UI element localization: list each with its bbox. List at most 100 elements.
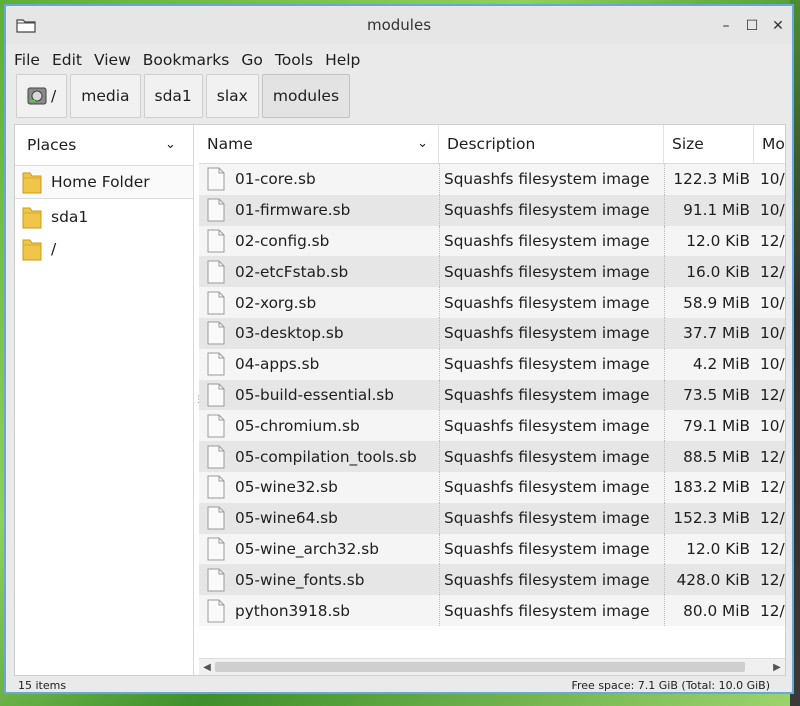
file-row[interactable]: 05-wine64.sb Squashfs filesystem image 152… [199,502,785,534]
window-title: modules [366,16,432,34]
column-header-label: Name [207,135,253,153]
file-size: 12.0 KiB [664,533,754,565]
file-size: 183.2 MiB [664,471,754,503]
path-button-modules[interactable]: modules [261,74,351,118]
path-bar: / media sda1 slax modules [16,74,351,120]
column-header-label: Mod [762,135,785,153]
file-description: Squashfs filesystem image [439,564,664,596]
places-sidebar: Places ⌄ Home Folder sda1 / [15,125,194,675]
column-header-name[interactable]: Name ⌄ [199,125,439,163]
path-button-slax[interactable]: slax [205,74,259,118]
chevron-down-icon[interactable]: ⌄ [165,137,176,152]
menu-view[interactable]: View [88,48,137,72]
path-button-sda1[interactable]: sda1 [143,74,203,118]
places-label: Places [27,136,77,154]
place-root[interactable]: / [15,233,193,265]
file-size: 88.5 MiB [664,441,754,472]
file-row[interactable]: 04-apps.sb Squashfs filesystem image 4.2 M… [199,348,785,380]
file-size: 428.0 KiB [664,564,754,596]
file-name: 05-wine_fonts.sb [235,570,365,589]
column-header-size[interactable]: Size [664,125,754,163]
file-row[interactable]: 05-build-essential.sb Squashfs filesystem… [199,379,785,411]
file-modified: 12/1 [760,601,785,620]
chevron-down-icon: ⌄ [417,136,428,151]
file-row[interactable]: 05-wine_arch32.sb Squashfs filesystem ima… [199,533,785,565]
column-header-description[interactable]: Description [439,125,664,163]
menu-bookmarks[interactable]: Bookmarks [137,48,236,72]
file-modified: 12/1 [760,447,785,466]
file-name: 05-wine_arch32.sb [235,539,379,558]
menu-tools[interactable]: Tools [269,48,319,72]
pane-resize-handle[interactable]: ⋮ [194,395,203,405]
path-label: sda1 [154,87,192,105]
scroll-right-icon[interactable]: ▶ [769,659,785,675]
place-label: sda1 [51,208,89,226]
file-name: 02-xorg.sb [235,293,317,312]
path-button-media[interactable]: media [70,74,141,118]
file-modified: 12/1 [760,262,785,281]
file-description: Squashfs filesystem image [439,471,664,503]
main-content: Places ⌄ Home Folder sda1 / ⋮ Name ⌄ Descr… [14,124,786,676]
maximize-button[interactable]: ☐ [744,18,760,34]
file-description: Squashfs filesystem image [439,164,664,195]
menu-help[interactable]: Help [319,48,366,72]
file-modified: 12/1 [760,539,785,558]
file-name-cell: 05-build-essential.sb [199,380,439,411]
file-list: Name ⌄ Description Size Mod 01-core.sb Squash… [199,125,785,675]
file-description: Squashfs filesystem image [439,379,664,411]
file-icon [207,568,225,592]
file-description: Squashfs filesystem image [439,194,664,226]
file-name-cell: python3918.sb [199,595,439,626]
file-icon [207,414,225,438]
file-name: python3918.sb [235,601,350,620]
file-row[interactable]: 02-xorg.sb Squashfs filesystem image 58.9 … [199,287,785,318]
scroll-left-icon[interactable]: ◀ [199,659,215,675]
path-button-root[interactable]: / [16,74,68,118]
file-row[interactable]: 05-chromium.sb Squashfs filesystem image 7… [199,410,785,442]
folder-icon [22,239,42,261]
file-description: Squashfs filesystem image [439,317,664,349]
file-modified: 10/0 [760,201,785,220]
folder-app-icon [16,19,36,33]
file-name-cell: 05-wine_arch32.sb [199,534,439,565]
menu-edit[interactable]: Edit [46,48,88,72]
file-name: 04-apps.sb [235,355,320,374]
menu-file[interactable]: File [6,48,46,72]
file-modified: 12/1 [760,478,785,497]
minimize-button[interactable]: – [718,18,734,34]
file-modified: 10/0 [760,416,785,435]
place-sda1[interactable]: sda1 [15,201,193,233]
file-description: Squashfs filesystem image [439,595,664,626]
file-description: Squashfs filesystem image [439,256,664,288]
file-name: 02-etcFstab.sb [235,262,349,281]
close-button[interactable]: ✕ [770,18,786,34]
file-row[interactable]: 05-compilation_tools.sb Squashfs filesyst… [199,441,785,472]
file-row[interactable]: python3918.sb Squashfs filesystem image 80… [199,595,785,626]
file-name-cell: 03-desktop.sb [199,318,439,349]
file-icon [207,599,225,623]
menu-go[interactable]: Go [235,48,269,72]
titlebar[interactable]: modules – ☐ ✕ [6,6,792,44]
file-modified: 12/1 [760,509,785,528]
file-row[interactable]: 02-etcFstab.sb Squashfs filesystem image 1… [199,256,785,288]
file-row[interactable]: 05-wine32.sb Squashfs filesystem image 183… [199,471,785,503]
file-icon [207,445,225,469]
place-home-folder[interactable]: Home Folder [15,165,193,199]
file-row[interactable]: 02-config.sb Squashfs filesystem image 12.… [199,225,785,257]
file-row[interactable]: 01-firmware.sb Squashfs filesystem image 9… [199,194,785,226]
file-modified: 10/0 [760,170,785,189]
file-icon [207,291,225,315]
column-header-mod[interactable]: Mod [754,125,785,163]
file-row[interactable]: 03-desktop.sb Squashfs filesystem image 37… [199,317,785,349]
file-icon [207,198,225,222]
file-row[interactable]: 01-core.sb Squashfs filesystem image 122.3… [199,164,785,195]
file-manager-window: modules – ☐ ✕ File Edit View Bookmarks Go Too… [4,4,794,694]
file-icon [207,352,225,376]
horizontal-scrollbar[interactable]: ◀ ▶ [199,658,785,675]
scrollbar-thumb[interactable] [215,662,745,672]
file-size: 12.0 KiB [664,225,754,257]
file-size: 4.2 MiB [664,348,754,380]
file-row[interactable]: 05-wine_fonts.sb Squashfs filesystem imag… [199,564,785,596]
file-size: 37.7 MiB [664,317,754,349]
places-header[interactable]: Places ⌄ [15,125,193,165]
